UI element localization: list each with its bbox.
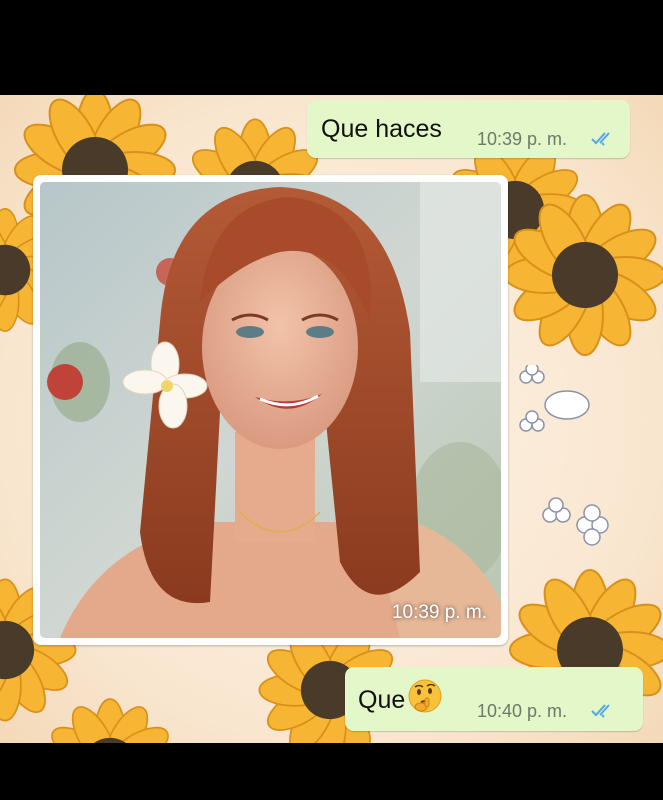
- message-timestamp: 10:39 p. m.: [477, 129, 568, 149]
- message-text: Que: [358, 686, 406, 714]
- message-timestamp: 10:40 p. m.: [477, 701, 568, 721]
- sunflower-decoration: [40, 695, 180, 743]
- read-ticks-icon: [591, 702, 617, 723]
- chat-area: Que haces 10:39 p. m. 10:39 p. m. Que 10…: [0, 95, 663, 743]
- image-message[interactable]: 10:39 p. m.: [33, 175, 508, 645]
- white-blossom-decoration: [512, 365, 602, 445]
- outgoing-message[interactable]: Que haces 10:39 p. m.: [307, 100, 630, 158]
- photo-woman-red-hair[interactable]: 10:39 p. m.: [40, 182, 501, 638]
- message-text: Que haces: [321, 115, 442, 143]
- thinking-face-emoji-icon: [407, 678, 443, 719]
- image-timestamp: 10:39 p. m.: [391, 602, 487, 623]
- outgoing-message[interactable]: Que 10:40 p. m.: [345, 667, 643, 731]
- white-blossom-decoration: [535, 495, 625, 555]
- sunflower-decoration: [500, 190, 663, 360]
- read-ticks-icon: [591, 130, 617, 151]
